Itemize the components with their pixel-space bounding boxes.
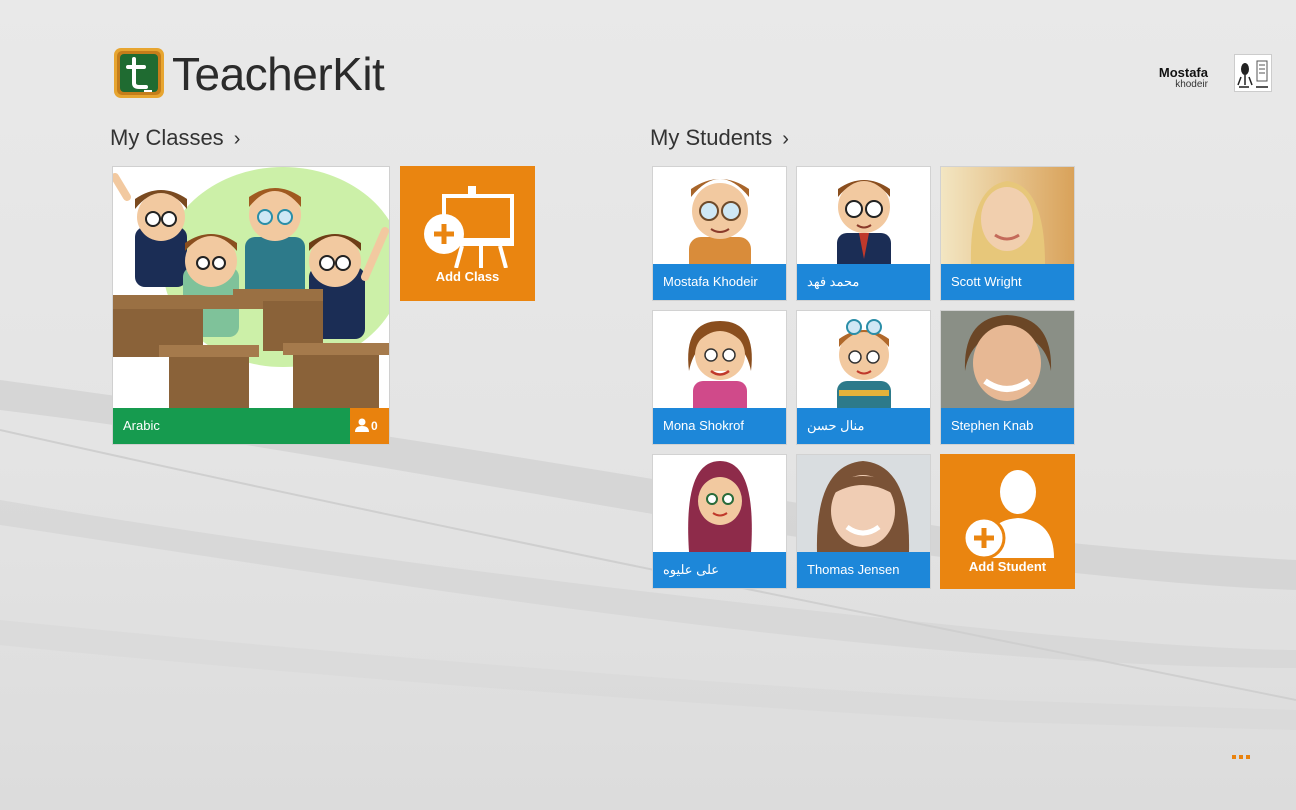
add-class-icon (424, 186, 514, 268)
student-name: منال حسن (807, 418, 865, 433)
student-name-bar: على عليوه (653, 552, 786, 588)
class-student-count: 0 (371, 419, 378, 433)
student-tile[interactable]: محمد فهد (796, 166, 931, 301)
student-avatar-image (653, 455, 786, 552)
more-dot (1232, 755, 1236, 759)
add-class-label: Add Class (435, 269, 500, 284)
student-tile[interactable]: منال حسن (796, 310, 931, 445)
user-last-name: khodeir (1175, 79, 1208, 90)
student-name: Mostafa Khodeir (663, 274, 758, 289)
student-tile[interactable]: على عليوه (652, 454, 787, 589)
student-name: محمد فهد (807, 274, 860, 289)
student-name: Scott Wright (951, 274, 1022, 289)
app-logo (113, 47, 165, 99)
add-student-label: Add Student (968, 559, 1047, 574)
more-options-button[interactable] (1230, 748, 1254, 764)
student-name: Thomas Jensen (807, 562, 900, 577)
student-tile[interactable]: Stephen Knab (940, 310, 1075, 445)
user-first-name: Mostafa (1158, 65, 1208, 80)
student-name: على عليوه (663, 562, 720, 577)
student-avatar-image (941, 167, 1074, 264)
user-account[interactable]: Mostafa khodeir (1159, 54, 1272, 92)
my-classes-label: My Classes (110, 125, 224, 150)
class-name-bar: Arabic (113, 408, 350, 444)
student-tile[interactable]: Mostafa Khodeir (652, 166, 787, 301)
app-title: TeacherKit (172, 48, 385, 100)
add-class-button[interactable]: Add Class (400, 166, 535, 301)
user-avatar (1234, 54, 1272, 92)
student-name-bar: Stephen Knab (941, 408, 1074, 444)
student-avatar-image (941, 311, 1074, 408)
more-dot (1239, 755, 1243, 759)
chevron-right-icon: › (233, 128, 241, 150)
my-students-heading[interactable]: My Students › (650, 125, 789, 151)
student-tile[interactable]: Thomas Jensen (796, 454, 931, 589)
add-student-icon (962, 470, 1054, 560)
my-classes-heading[interactable]: My Classes › (110, 125, 240, 151)
student-name-bar: Mona Shokrof (653, 408, 786, 444)
more-dot (1246, 755, 1250, 759)
student-tile[interactable]: Mona Shokrof (652, 310, 787, 445)
my-students-label: My Students (650, 125, 773, 150)
chevron-right-icon: › (782, 128, 789, 150)
student-avatar-image (653, 167, 786, 264)
student-name-bar: منال حسن (797, 408, 930, 444)
class-tile-arabic[interactable]: Arabic 0 (112, 166, 390, 445)
student-name: Stephen Knab (951, 418, 1034, 433)
class-name: Arabic (123, 418, 160, 433)
person-icon (355, 418, 369, 432)
student-tile[interactable]: Scott Wright (940, 166, 1075, 301)
student-name-bar: Mostafa Khodeir (653, 264, 786, 300)
student-avatar-image (797, 455, 930, 552)
class-student-count-badge: 0 (350, 408, 389, 444)
student-avatar-image (797, 167, 930, 264)
student-name-bar: Thomas Jensen (797, 552, 930, 588)
student-avatar-image (653, 311, 786, 408)
add-student-button[interactable]: Add Student (940, 454, 1075, 589)
student-avatar-image (797, 311, 930, 408)
classroom-illustration (113, 167, 389, 409)
student-name-bar: Scott Wright (941, 264, 1074, 300)
student-name-bar: محمد فهد (797, 264, 930, 300)
student-name: Mona Shokrof (663, 418, 744, 433)
